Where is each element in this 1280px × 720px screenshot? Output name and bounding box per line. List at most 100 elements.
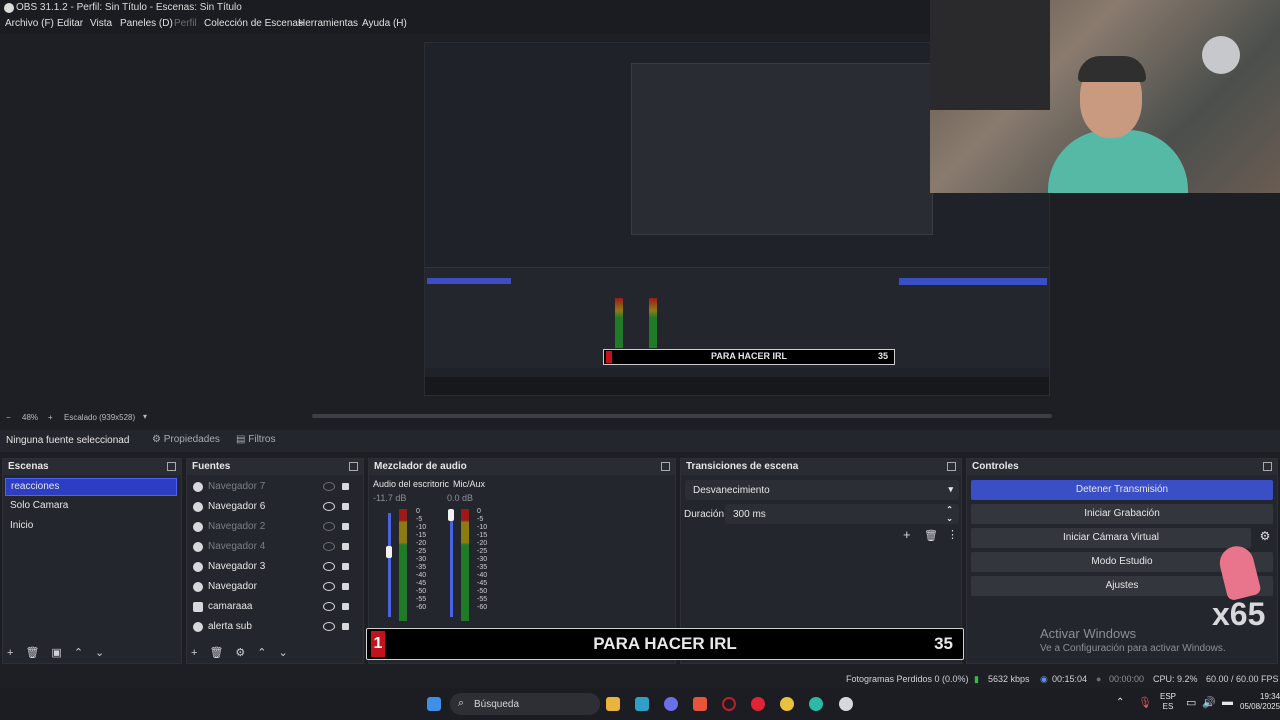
scenes-footer: + 🗑 ▣ ⌃ ⌄	[7, 646, 116, 659]
dock-float-icon[interactable]	[947, 462, 956, 471]
lock-icon[interactable]	[342, 563, 349, 570]
brave-icon[interactable]	[693, 697, 707, 711]
scenes-header: Escenas	[3, 459, 181, 475]
opera-gx-icon[interactable]	[722, 697, 736, 711]
source-item[interactable]: alerta sub	[189, 618, 355, 636]
menu-editar[interactable]: Editar	[57, 18, 83, 29]
menu-perfil[interactable]: Perfil	[174, 18, 197, 29]
source-properties-button[interactable]: ⚙	[235, 647, 245, 659]
source-item[interactable]: Navegador 6	[189, 498, 355, 516]
scene-item-solo-camara[interactable]: Solo Camara	[5, 498, 177, 514]
start-virtual-camera-button[interactable]: Iniciar Cámara Virtual	[971, 528, 1251, 548]
add-scene-button[interactable]: +	[7, 647, 13, 659]
move-down-button[interactable]: ⌄	[279, 647, 288, 659]
eye-icon[interactable]	[323, 602, 335, 611]
zoom-out-button[interactable]: −	[6, 413, 11, 422]
lock-icon[interactable]	[342, 503, 349, 510]
eye-icon[interactable]	[323, 582, 335, 591]
hidden-eye-icon[interactable]	[323, 482, 335, 491]
start-recording-button[interactable]: Iniciar Grabación	[971, 504, 1273, 524]
windows-start-icon[interactable]	[427, 697, 441, 711]
language-indicator[interactable]: ESP ES	[1160, 692, 1176, 712]
source-item[interactable]: Navegador 4	[189, 538, 355, 556]
source-item[interactable]: camaraaa	[189, 598, 355, 616]
move-up-button[interactable]: ⌃	[74, 647, 83, 659]
lock-icon[interactable]	[342, 603, 349, 610]
dock-float-icon[interactable]	[167, 462, 176, 471]
menu-ayuda[interactable]: Ayuda (H)	[362, 18, 407, 29]
properties-button[interactable]: ⚙ Propiedades	[152, 434, 220, 445]
volume-icon[interactable]: 🔊	[1202, 696, 1216, 709]
browser-source-icon	[193, 542, 203, 552]
cpu-usage: CPU: 9.2%	[1153, 674, 1198, 684]
menu-vista[interactable]: Vista	[90, 18, 112, 29]
zoom-in-button[interactable]: +	[48, 413, 53, 422]
lock-icon[interactable]	[342, 583, 349, 590]
lock-icon[interactable]	[342, 483, 349, 490]
capcut-icon[interactable]	[635, 697, 649, 711]
clock[interactable]: 19:34 05/08/2025	[1240, 692, 1280, 712]
move-up-button[interactable]: ⌃	[257, 647, 266, 659]
signal-icon: ▮	[974, 674, 979, 684]
discord-icon[interactable]	[664, 697, 678, 711]
menu-herramientas[interactable]: Herramientas	[298, 18, 358, 29]
stop-stream-button[interactable]: Detener Transmisión	[971, 480, 1273, 500]
edge-icon[interactable]	[809, 697, 823, 711]
eye-icon[interactable]	[323, 622, 335, 631]
scale-dropdown-icon[interactable]: ▾	[143, 412, 147, 421]
fps: 60.00 / 60.00 FPS	[1206, 674, 1279, 684]
dock-float-icon[interactable]	[349, 462, 358, 471]
menu-paneles[interactable]: Paneles (D)	[120, 18, 173, 29]
file-explorer-icon[interactable]	[606, 697, 620, 711]
transition-menu-icon[interactable]: ⋮	[947, 528, 958, 541]
source-item[interactable]: Navegador 2	[189, 518, 355, 536]
obs-icon[interactable]	[839, 697, 853, 711]
chrome-icon[interactable]	[780, 697, 794, 711]
dock-float-icon[interactable]	[661, 462, 670, 471]
menu-archivo[interactable]: Archivo (F)	[5, 18, 54, 29]
network-icon[interactable]: ▭	[1186, 696, 1196, 709]
eye-icon[interactable]	[323, 562, 335, 571]
tray-chevron-icon[interactable]: ⌃	[1116, 697, 1124, 708]
add-transition-button[interactable]: +	[903, 527, 911, 542]
volume-fader-mic[interactable]	[450, 513, 453, 617]
taskbar-search[interactable]: ⌕ Búsqueda	[450, 693, 600, 715]
volume-fader-desktop[interactable]	[388, 513, 391, 617]
source-item[interactable]: Navegador	[189, 578, 355, 596]
lock-icon[interactable]	[342, 543, 349, 550]
filters-button[interactable]: ▤ Filtros	[236, 434, 275, 445]
dock-float-icon[interactable]	[1263, 462, 1272, 471]
mic-icon[interactable]: 🎙	[1138, 696, 1152, 709]
hidden-eye-icon[interactable]	[323, 542, 335, 551]
preview-hscrollbar[interactable]	[312, 414, 1052, 418]
battery-icon[interactable]: ▬	[1222, 696, 1233, 708]
fader-handle[interactable]	[448, 509, 454, 521]
opera-icon[interactable]	[751, 697, 765, 711]
scene-filters-button[interactable]: ▣	[51, 647, 61, 659]
source-item[interactable]: Navegador 3	[189, 558, 355, 576]
duration-input[interactable]: 300 ms ⌃ ⌄	[725, 504, 959, 524]
virtual-camera-settings-gear-icon[interactable]: ⚙	[1257, 529, 1273, 547]
stepper-icon[interactable]: ⌃ ⌄	[946, 505, 953, 523]
scene-item-reacciones[interactable]: reacciones	[5, 478, 177, 496]
add-source-button[interactable]: +	[191, 647, 197, 659]
search-icon: ⌕	[458, 697, 465, 709]
lock-icon[interactable]	[342, 623, 349, 630]
fader-handle[interactable]	[386, 546, 392, 558]
menu-coleccion-escenas[interactable]: Colección de Escenas	[204, 18, 303, 29]
source-item[interactable]: Navegador 7	[189, 478, 355, 496]
move-down-button[interactable]: ⌄	[95, 647, 104, 659]
remove-scene-button[interactable]: 🗑	[25, 647, 39, 659]
hidden-eye-icon[interactable]	[323, 522, 335, 531]
scene-item-inicio[interactable]: Inicio	[5, 518, 177, 534]
overlay-title: PARA HACER IRL	[593, 634, 737, 653]
channel-db: 0.0 dB	[447, 493, 474, 503]
eye-icon[interactable]	[323, 502, 335, 511]
sources-dock: Fuentes Navegador 7 Navegador 6 Navegado…	[186, 458, 364, 664]
window-title: OBS 31.1.2 - Perfil: Sin Título - Escena…	[16, 2, 242, 13]
lock-icon[interactable]	[342, 523, 349, 530]
webcam-person-cap	[1078, 56, 1146, 82]
transition-select[interactable]: Desvanecimiento ▾	[685, 480, 959, 500]
remove-source-button[interactable]: 🗑	[209, 647, 223, 659]
remove-transition-button[interactable]: 🗑	[924, 529, 938, 542]
